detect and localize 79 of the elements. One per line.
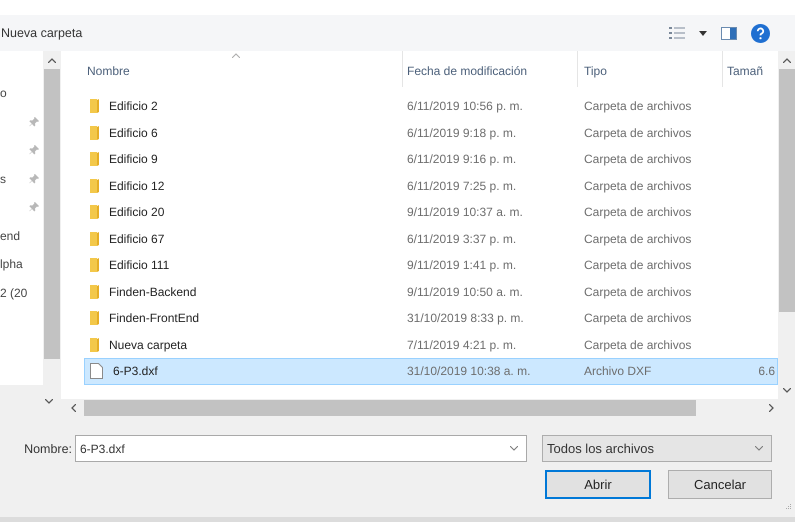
file-type: Carpeta de archivos — [584, 284, 692, 299]
preview-pane-icon[interactable] — [721, 26, 737, 40]
modified-date: 9/11/2019 1:41 p. m. — [407, 258, 516, 272]
file-type: Carpeta de archivos — [584, 99, 692, 114]
file-type: Carpeta de archivos — [584, 152, 692, 166]
nav-item[interactable]: s — [0, 172, 6, 186]
file-name[interactable]: Edificio 9 — [109, 152, 158, 166]
file-type: Carpeta de archivos — [584, 205, 692, 220]
folder-icon — [90, 151, 99, 168]
nav-item[interactable]: lpha — [0, 257, 23, 272]
column-header[interactable]: Fecha de modificación — [402, 51, 577, 87]
dropdown-caret-icon[interactable] — [755, 446, 763, 451]
caret-icon[interactable] — [699, 30, 707, 36]
scroll-thumb[interactable] — [44, 69, 60, 359]
folder-icon — [90, 178, 99, 194]
scroll-right-icon[interactable] — [769, 404, 774, 412]
column-header[interactable]: Tipo — [577, 51, 722, 87]
modified-date: 6/11/2019 3:37 p. m. — [407, 232, 516, 246]
nav-item[interactable]: o — [0, 86, 7, 100]
scroll-down-icon[interactable] — [45, 398, 53, 404]
folder-icon — [90, 98, 99, 114]
view-list-icon[interactable] — [669, 26, 685, 40]
dialog-button[interactable]: Abrir — [545, 470, 651, 499]
folder-icon — [90, 124, 99, 141]
modified-date: 6/11/2019 10:56 p. m. — [407, 99, 523, 114]
scroll-up-icon[interactable] — [48, 58, 56, 63]
file-name[interactable]: Finden-Backend — [109, 284, 196, 299]
modified-date: 6/11/2019 9:18 p. m. — [407, 126, 516, 140]
file-type: Carpeta de archivos — [584, 258, 692, 272]
file-type-dropdown[interactable]: Todos los archivos — [542, 435, 772, 462]
file-name[interactable]: Edificio 20 — [109, 205, 164, 220]
folder-icon — [90, 204, 99, 220]
scroll-left-icon[interactable] — [71, 404, 76, 412]
file-type: Carpeta de archivos — [584, 311, 692, 326]
column-header[interactable]: Nombre — [61, 51, 402, 87]
scroll-down-icon[interactable] — [783, 388, 791, 393]
file-type: Carpeta de archivos — [584, 126, 692, 140]
file-type: Carpeta de archivos — [584, 178, 692, 193]
breadcrumb[interactable]: Nueva carpeta — [1, 26, 82, 40]
file-icon — [90, 363, 103, 380]
folder-icon — [90, 257, 99, 274]
folder-icon — [90, 284, 99, 300]
file-name[interactable]: Edificio 2 — [109, 99, 158, 114]
modified-date: 31/10/2019 8:33 p. m. — [407, 311, 524, 326]
scrollbar[interactable] — [61, 399, 795, 417]
file-name[interactable]: Edificio 12 — [109, 178, 164, 193]
dropdown-caret-icon[interactable] — [510, 446, 518, 451]
file-size: 6.6 — [758, 364, 775, 378]
folder-icon — [90, 230, 99, 247]
modified-date: 31/10/2019 10:38 a. m. — [407, 364, 530, 378]
modified-date: 9/11/2019 10:37 a. m. — [407, 205, 523, 220]
file-name[interactable]: 6-P3.dxf — [113, 364, 158, 378]
dialog-button[interactable]: Cancelar — [668, 470, 772, 499]
modified-date: 6/11/2019 9:16 p. m. — [407, 152, 516, 166]
modified-date: 6/11/2019 7:25 p. m. — [407, 178, 516, 193]
nav-item[interactable]: end — [0, 228, 20, 243]
scroll-thumb[interactable] — [779, 69, 795, 312]
help-icon[interactable] — [751, 24, 770, 42]
folder-icon — [90, 310, 99, 326]
filename-field[interactable]: 6-P3.dxf — [75, 435, 527, 462]
file-name[interactable]: Edificio 6 — [109, 126, 158, 140]
selected-row[interactable]: 6-P3.dxf 31/10/2019 10:38 a. m. Archivo DXF 6.6 — [84, 358, 778, 384]
modified-date: 9/11/2019 10:50 a. m. — [407, 284, 523, 299]
scroll-up-icon[interactable] — [783, 58, 791, 63]
folder-icon — [90, 336, 99, 353]
scrollbar[interactable] — [778, 51, 795, 399]
file-type: Archivo DXF — [584, 364, 652, 378]
file-type: Carpeta de archivos — [584, 232, 692, 246]
file-name[interactable]: Nueva carpeta — [109, 338, 188, 352]
column-header[interactable]: Tamañ — [722, 51, 776, 87]
modified-date: 7/11/2019 4:21 p. m. — [407, 338, 516, 352]
file-type: Carpeta de archivos — [584, 338, 692, 352]
file-name[interactable]: Finden-FrontEnd — [109, 311, 200, 326]
nav-item[interactable]: 2 (20 — [0, 286, 28, 300]
filename-label: Nombre: — [23, 442, 73, 456]
file-name[interactable]: Edificio 67 — [109, 232, 164, 246]
file-name[interactable]: Edificio 111 — [109, 258, 170, 272]
scrollbar[interactable] — [43, 51, 61, 385]
scroll-thumb[interactable] — [84, 400, 696, 416]
